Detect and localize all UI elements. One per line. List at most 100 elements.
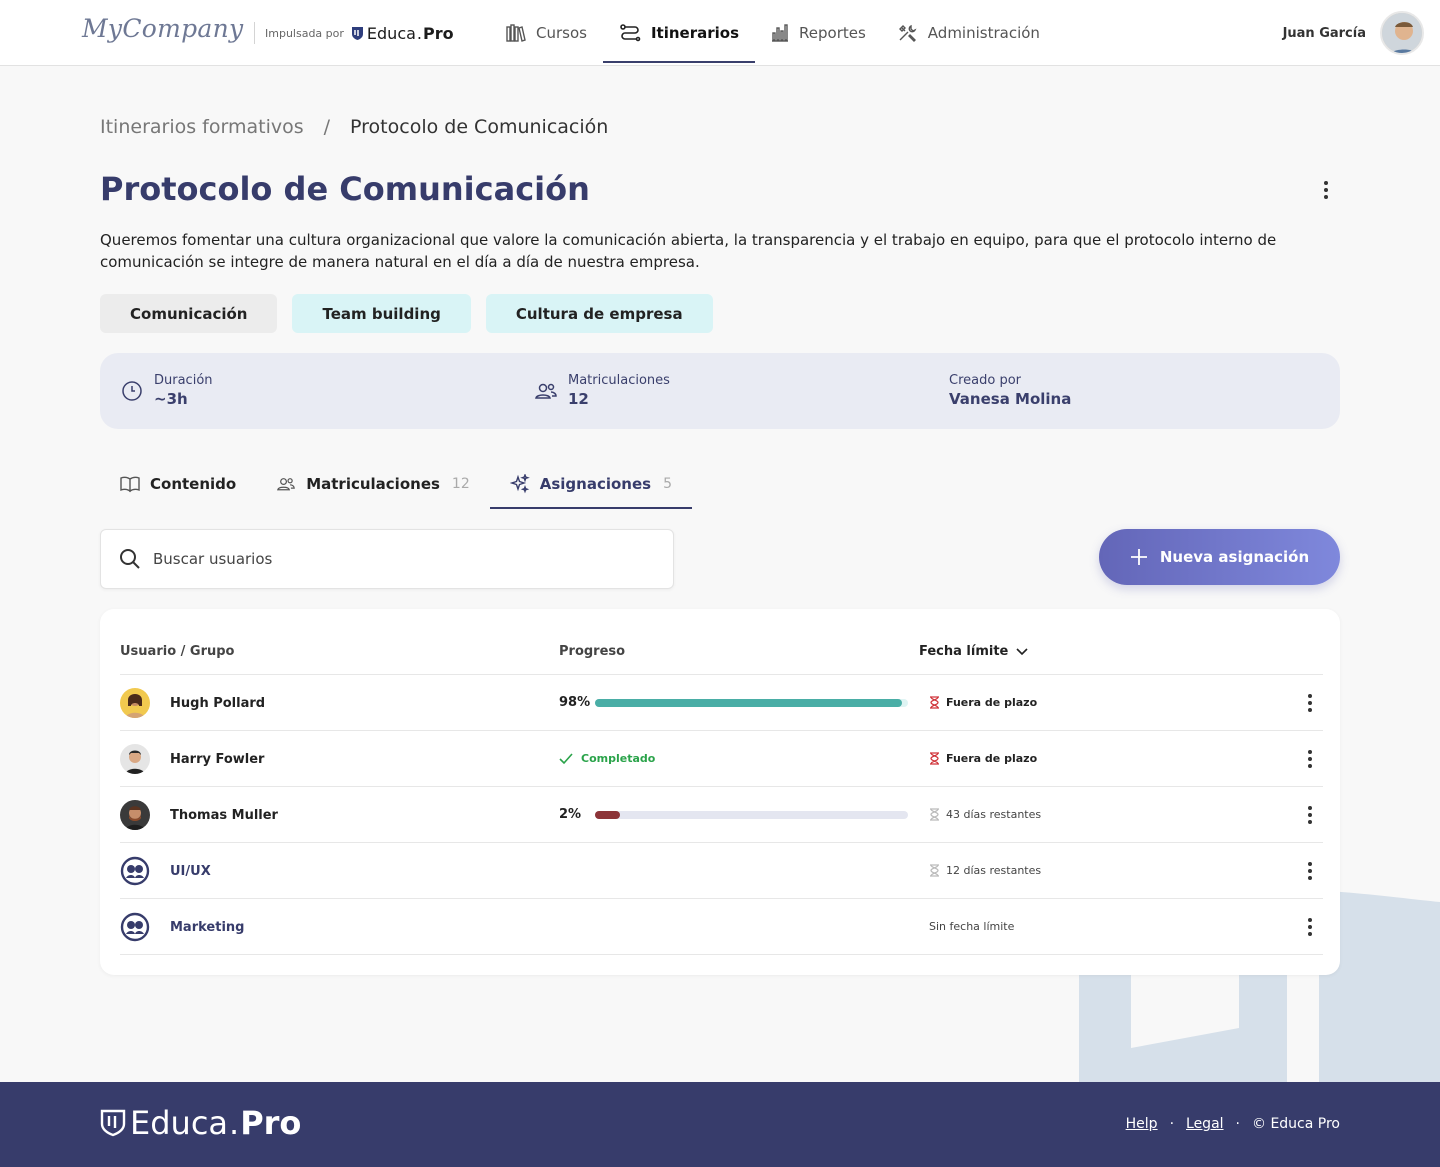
tab-contenido[interactable]: Contenido <box>100 459 256 509</box>
users-icon <box>535 383 557 399</box>
group-icon <box>120 856 150 886</box>
deadline: Sin fecha límite <box>929 920 1014 933</box>
stat-created-value[interactable]: Vanesa Molina <box>949 390 1071 408</box>
column-user: Usuario / Grupo <box>120 644 235 659</box>
nav-itinerarios[interactable]: Itinerarios <box>602 0 756 66</box>
progress-percent: 2% <box>559 807 582 822</box>
stat-created-by: Creado por Vanesa Molina <box>949 373 1071 408</box>
row-menu-icon[interactable] <box>1298 747 1322 771</box>
nav-reportes[interactable]: Reportes <box>755 0 882 66</box>
deadline-text: 12 días restantes <box>946 864 1042 877</box>
table-row[interactable]: Marketing Sin fecha límite <box>120 899 1323 955</box>
progress: 2% <box>559 807 908 822</box>
assignments-table: Usuario / Grupo Progreso Fecha límite Hu… <box>100 609 1340 975</box>
progress-bar <box>595 810 908 819</box>
tag-comunicacion[interactable]: Comunicación <box>100 294 278 333</box>
new-assignment-button[interactable]: Nueva asignación <box>1099 529 1340 585</box>
table-row[interactable]: Hugh Pollard 98% Fuera de plazo <box>120 675 1323 731</box>
chevron-down-icon <box>1016 647 1028 655</box>
search-box <box>100 529 674 589</box>
hourglass-icon <box>930 752 939 765</box>
stat-enrollments-value: 12 <box>568 390 589 408</box>
book-icon <box>120 476 140 493</box>
stat-enrollments-label: Matriculaciones <box>568 373 670 388</box>
more-options-icon[interactable] <box>1314 176 1338 204</box>
tab-matriculaciones-count: 12 <box>451 476 470 492</box>
row-group: UI/UX <box>120 856 211 886</box>
powered-by-label: Impulsada por <box>265 26 344 40</box>
footer-links: Help · Legal · © Educa Pro <box>1126 1116 1340 1132</box>
row-menu-icon[interactable] <box>1298 859 1322 883</box>
nav-administracion[interactable]: Administración <box>882 0 1056 66</box>
row-group-name[interactable]: UI/UX <box>170 864 211 879</box>
row-menu-icon[interactable] <box>1298 691 1322 715</box>
column-deadline-sort[interactable]: Fecha límite <box>919 644 1028 659</box>
search-input[interactable] <box>153 550 633 568</box>
avatar <box>120 744 150 774</box>
hourglass-icon <box>930 864 939 877</box>
stat-duration: Duración ~3h <box>120 373 213 408</box>
breadcrumb-parent[interactable]: Itinerarios formativos <box>100 116 304 138</box>
tag-cultura-de-empresa[interactable]: Cultura de empresa <box>485 294 713 333</box>
progress: 98% <box>559 695 908 710</box>
nav-cursos-label: Cursos <box>536 24 587 42</box>
row-user: Harry Fowler <box>120 744 264 774</box>
user-name: Juan García <box>1282 25 1366 41</box>
breadcrumb-separator: / <box>323 116 331 138</box>
deadline: Fuera de plazo <box>929 696 1037 709</box>
deadline: Fuera de plazo <box>929 752 1037 765</box>
tag-team-building[interactable]: Team building <box>292 294 471 333</box>
user-menu[interactable]: Juan García <box>1283 11 1424 55</box>
avatar <box>120 688 150 718</box>
new-assignment-label: Nueva asignación <box>1159 548 1310 566</box>
footer-logo[interactable]: Educa. Pro <box>100 1104 301 1142</box>
clock-icon <box>122 380 142 401</box>
check-icon <box>559 752 573 764</box>
deadline-text: Sin fecha límite <box>929 920 1015 933</box>
tab-asignaciones[interactable]: Asignaciones 5 <box>489 459 693 509</box>
breadcrumb-current: Protocolo de Comunicación <box>350 116 609 138</box>
deadline-text: 43 días restantes <box>946 808 1042 821</box>
books-icon <box>506 24 526 42</box>
row-menu-icon[interactable] <box>1298 803 1322 827</box>
table-row[interactable]: UI/UX 12 días restantes <box>120 843 1323 899</box>
footer-legal-link[interactable]: Legal <box>1186 1116 1224 1132</box>
row-user: Hugh Pollard <box>120 688 265 718</box>
tab-contenido-label: Contenido <box>150 475 237 493</box>
user-avatar[interactable] <box>1380 11 1424 55</box>
plus-icon <box>1130 549 1147 565</box>
row-group-name[interactable]: Marketing <box>170 920 244 935</box>
completed-text: Completado <box>581 752 656 765</box>
footer-separator: · <box>1235 1116 1240 1132</box>
avatar <box>120 800 150 830</box>
row-user-name: Thomas Muller <box>170 807 278 823</box>
users-icon <box>277 478 295 491</box>
stat-duration-label: Duración <box>154 373 213 388</box>
progress-bar <box>595 698 908 707</box>
tag-list: Comunicación Team building Cultura de em… <box>100 294 713 333</box>
row-group: Marketing <box>120 912 244 942</box>
nav-itinerarios-label: Itinerarios <box>650 24 740 42</box>
row-user-name: Hugh Pollard <box>170 695 266 711</box>
tools-icon <box>898 24 917 42</box>
row-menu-icon[interactable] <box>1298 915 1322 939</box>
tab-asignaciones-label: Asignaciones <box>539 475 652 493</box>
progress-bar-fill <box>595 698 902 707</box>
hourglass-icon <box>930 696 939 709</box>
sparkles-icon <box>509 474 530 494</box>
company-logo[interactable]: MyCompany <box>82 14 243 43</box>
table-row[interactable]: Harry Fowler Completado Fuera de plazo <box>120 731 1323 787</box>
deadline: 12 días restantes <box>929 864 1041 877</box>
tab-matriculaciones-label: Matriculaciones <box>306 475 440 493</box>
powered-by: Impulsada por Educa. Pro <box>254 22 454 44</box>
footer-copyright: © Educa Pro <box>1252 1116 1340 1132</box>
educa-pro-logo: Educa. Pro <box>351 24 454 43</box>
nav-cursos[interactable]: Cursos <box>490 0 603 66</box>
tab-matriculaciones[interactable]: Matriculaciones 12 <box>256 459 490 509</box>
group-icon <box>120 912 150 942</box>
stat-enrollments: Matriculaciones 12 <box>534 373 670 408</box>
table-header: Usuario / Grupo Progreso Fecha límite <box>120 635 1323 675</box>
table-row[interactable]: Thomas Muller 2% 43 días restantes <box>120 787 1323 843</box>
page-title: Protocolo de Comunicación <box>100 170 590 208</box>
footer-help-link[interactable]: Help <box>1126 1116 1158 1132</box>
